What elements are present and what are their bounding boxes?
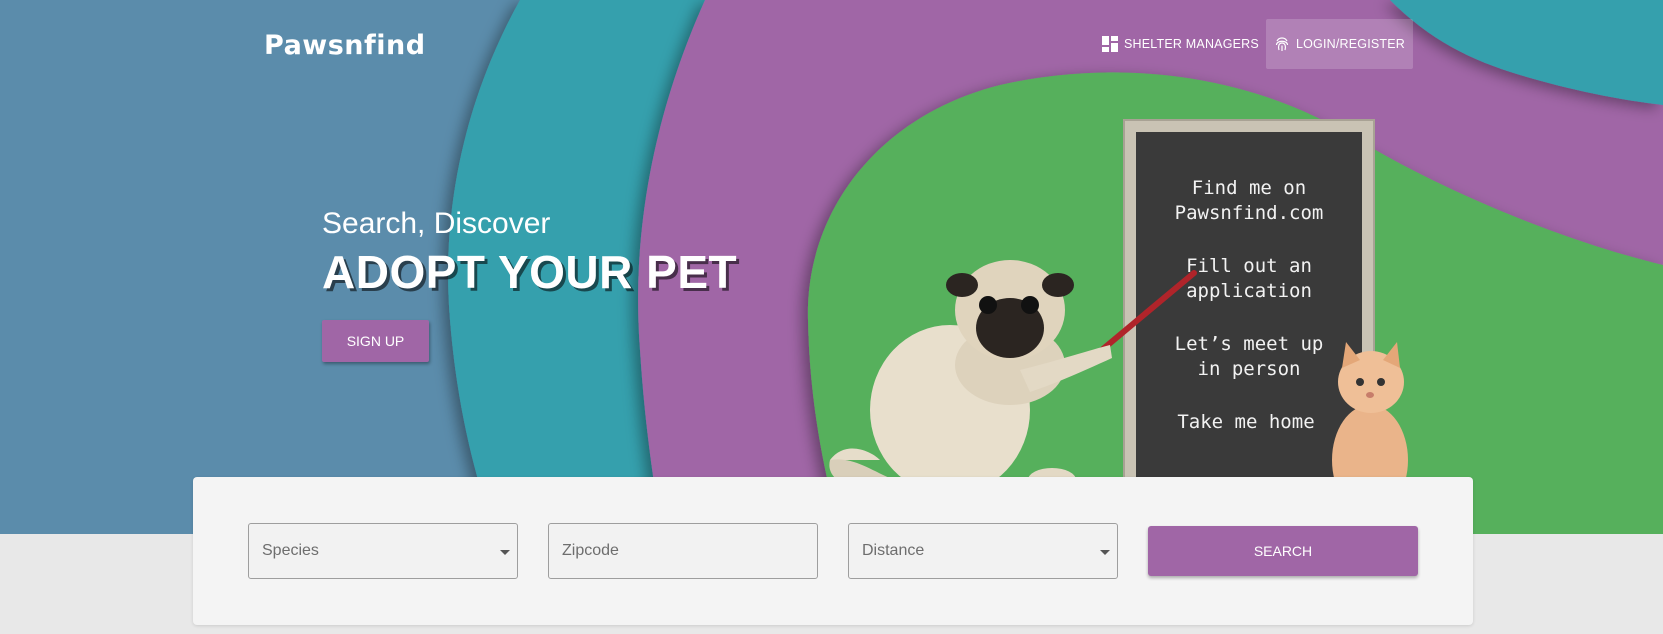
pug-dog-image: [829, 260, 1112, 507]
search-panel: Species Zipcode Distance SEARCH: [193, 477, 1473, 625]
chalk-line-3: Fill out an: [1186, 255, 1312, 277]
zipcode-input[interactable]: Zipcode: [548, 523, 818, 579]
species-placeholder: Species: [262, 542, 319, 559]
dropdown-arrow-icon: [1100, 550, 1110, 555]
chalk-line-1: Find me on: [1192, 177, 1306, 199]
dashboard-icon: [1102, 36, 1118, 52]
login-register-button[interactable]: LOGIN/REGISTER: [1266, 19, 1413, 69]
fingerprint-icon: [1274, 36, 1290, 52]
pets-chalkboard-illustration: Find me on Pawsnfind.com Fill out an app…: [829, 119, 1408, 518]
zipcode-placeholder: Zipcode: [562, 542, 619, 559]
shelter-managers-link[interactable]: SHELTER MANAGERS: [1094, 19, 1267, 69]
sign-up-button[interactable]: SIGN UP: [322, 320, 429, 362]
species-select[interactable]: Species: [248, 523, 518, 579]
hero-headline: ADOPT YOUR PET: [322, 246, 738, 298]
chalk-line-6: in person: [1198, 358, 1301, 380]
hero-tagline: Search, Discover: [322, 207, 551, 240]
shelter-managers-label: SHELTER MANAGERS: [1124, 37, 1259, 51]
search-button[interactable]: SEARCH: [1148, 526, 1418, 576]
chalk-line-4: application: [1186, 280, 1312, 302]
distance-placeholder: Distance: [862, 542, 925, 559]
dropdown-arrow-icon: [500, 550, 510, 555]
chalk-line-2: Pawsnfind.com: [1175, 202, 1324, 224]
distance-select[interactable]: Distance: [848, 523, 1118, 579]
brand-logo[interactable]: Pawsnfind: [264, 30, 426, 61]
login-register-label: LOGIN/REGISTER: [1295, 37, 1406, 51]
chalk-line-7: Take me home: [1177, 411, 1314, 433]
hero-banner: Pawsnfind SHELTER MANAGERS LOGIN/REGISTE…: [0, 0, 1663, 534]
chalk-line-5: Let’s meet up: [1175, 333, 1324, 355]
